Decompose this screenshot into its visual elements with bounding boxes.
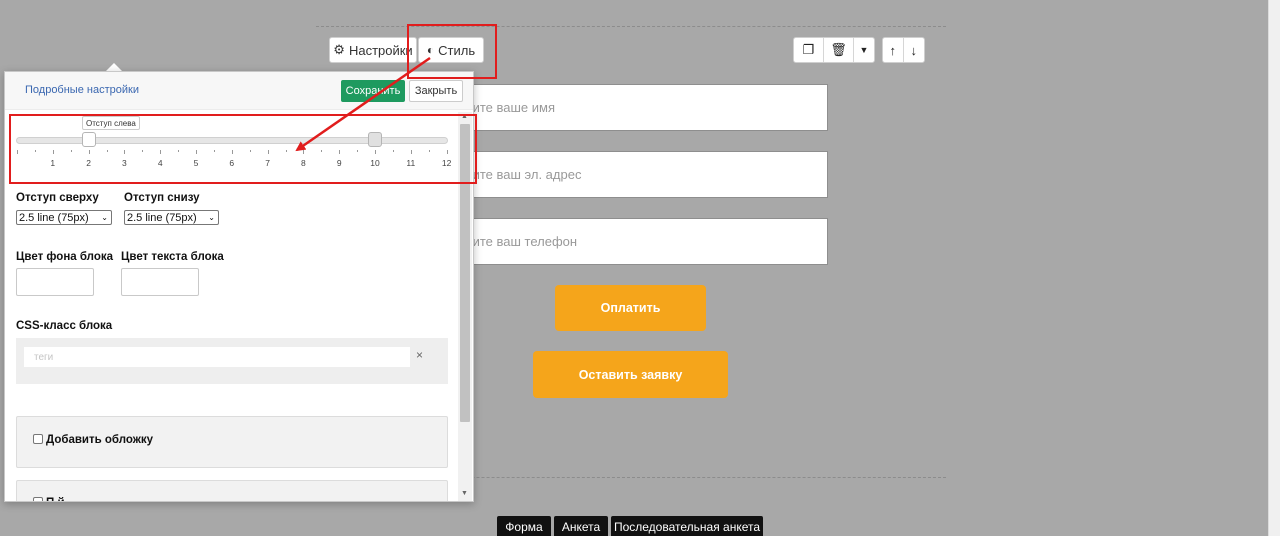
next-option-checkbox[interactable]: [33, 497, 43, 501]
tab-form[interactable]: Форма: [497, 516, 551, 536]
add-cover-checkbox-row[interactable]: Добавить обложку: [33, 434, 153, 446]
top-margin-value: 2.5 line (75px): [19, 211, 89, 224]
save-button[interactable]: Сохранить: [341, 80, 405, 102]
panel-header: Подробные настройки Сохранить Закрыть: [5, 72, 473, 110]
arrow-down-icon[interactable]: ↓: [904, 38, 924, 62]
close-button[interactable]: Закрыть: [409, 80, 463, 102]
detailed-settings-link[interactable]: Подробные настройки: [25, 84, 139, 96]
arrow-up-icon[interactable]: ↑: [883, 38, 904, 62]
copy-icon[interactable]: ❐: [794, 38, 824, 62]
pay-button[interactable]: Оплатить: [555, 285, 706, 331]
top-margin-label: Отступ сверху: [16, 192, 99, 204]
block-actions-group: ❐ 🗑 ▼: [793, 37, 875, 63]
css-class-tags-box: теги ×: [16, 338, 448, 384]
caret-down-icon[interactable]: ▼: [854, 38, 874, 62]
phone-placeholder: дите ваш телефон: [465, 234, 578, 249]
phone-input[interactable]: дите ваш телефон: [420, 218, 828, 265]
bottom-margin-label: Отступ снизу: [124, 192, 200, 204]
bg-color-input[interactable]: [16, 268, 94, 296]
move-group: ↑ ↓: [882, 37, 925, 63]
annotation-style-highlight: [407, 24, 497, 79]
bg-color-label: Цвет фона блока: [16, 251, 114, 263]
css-class-label: CSS-класс блока: [16, 320, 113, 332]
clear-icon[interactable]: ×: [416, 348, 423, 362]
request-button[interactable]: Оставить заявку: [533, 351, 728, 398]
name-placeholder: дите ваше имя: [465, 100, 555, 115]
add-cover-checkbox[interactable]: [33, 434, 43, 444]
scroll-down-icon[interactable]: ▼: [461, 490, 468, 497]
chevron-down-icon: ⌄: [208, 213, 215, 222]
bottom-margin-value: 2.5 line (75px): [127, 211, 197, 224]
name-input[interactable]: дите ваше имя: [420, 84, 828, 131]
top-margin-select[interactable]: 2.5 line (75px) ⌄: [16, 210, 112, 225]
gear-icon: ⚙: [333, 42, 345, 57]
page-scrollbar[interactable]: [1268, 0, 1280, 536]
email-placeholder: дите ваш эл. адрес: [465, 167, 582, 182]
trash-icon[interactable]: 🗑: [824, 38, 854, 62]
next-option-row[interactable]: П й: [33, 497, 65, 501]
email-input[interactable]: дите ваш эл. адрес: [420, 151, 828, 198]
css-class-input[interactable]: теги: [24, 347, 410, 367]
chevron-down-icon: ⌄: [101, 213, 108, 222]
add-cover-card: Добавить обложку: [16, 416, 448, 468]
settings-button[interactable]: ⚙ Настройки: [329, 37, 417, 63]
css-class-placeholder: теги: [34, 351, 54, 363]
add-cover-label: Добавить обложку: [46, 434, 154, 446]
next-option-label: П й: [46, 497, 65, 501]
tab-sequential-survey[interactable]: Последовательная анкета: [611, 516, 763, 536]
text-color-input[interactable]: [121, 268, 199, 296]
next-option-card: П й: [16, 480, 448, 501]
annotation-slider-highlight: [9, 114, 477, 184]
settings-button-label: Настройки: [348, 42, 413, 58]
text-color-label: Цвет текста блока: [121, 251, 224, 263]
tab-survey[interactable]: Анкета: [554, 516, 608, 536]
bottom-margin-select[interactable]: 2.5 line (75px) ⌄: [124, 210, 219, 225]
